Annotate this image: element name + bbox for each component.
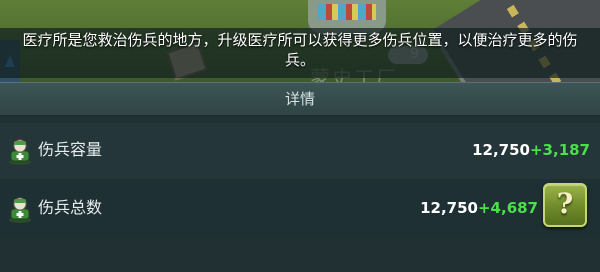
- stat-increase: +3,187: [529, 141, 590, 159]
- stat-current: 12,750: [472, 141, 530, 159]
- stat-row-wounded-total: 伤兵总数 12,750+4,687: [0, 181, 600, 237]
- stat-value: 12,750+3,187: [472, 139, 590, 161]
- stat-label: 伤兵总数: [38, 198, 103, 217]
- wounded-soldier-icon: [9, 197, 31, 223]
- help-button[interactable]: ?: [543, 183, 587, 227]
- details-header: 详情: [0, 82, 600, 116]
- wounded-soldier-icon: [9, 139, 31, 165]
- stat-increase: +4,687: [477, 199, 538, 217]
- stat-row-wounded-capacity: 伤兵容量 12,750+3,187: [0, 123, 600, 179]
- building-description: 医疗所是您救治伤兵的地方，升级医疗所可以获得更多伤兵位置，以便治疗更多的伤兵。: [22, 31, 578, 69]
- stat-current: 12,750: [420, 199, 478, 217]
- stat-value: 12,750+4,687: [420, 197, 538, 219]
- stat-label: 伤兵容量: [38, 140, 103, 159]
- hospital-roof: [318, 4, 376, 20]
